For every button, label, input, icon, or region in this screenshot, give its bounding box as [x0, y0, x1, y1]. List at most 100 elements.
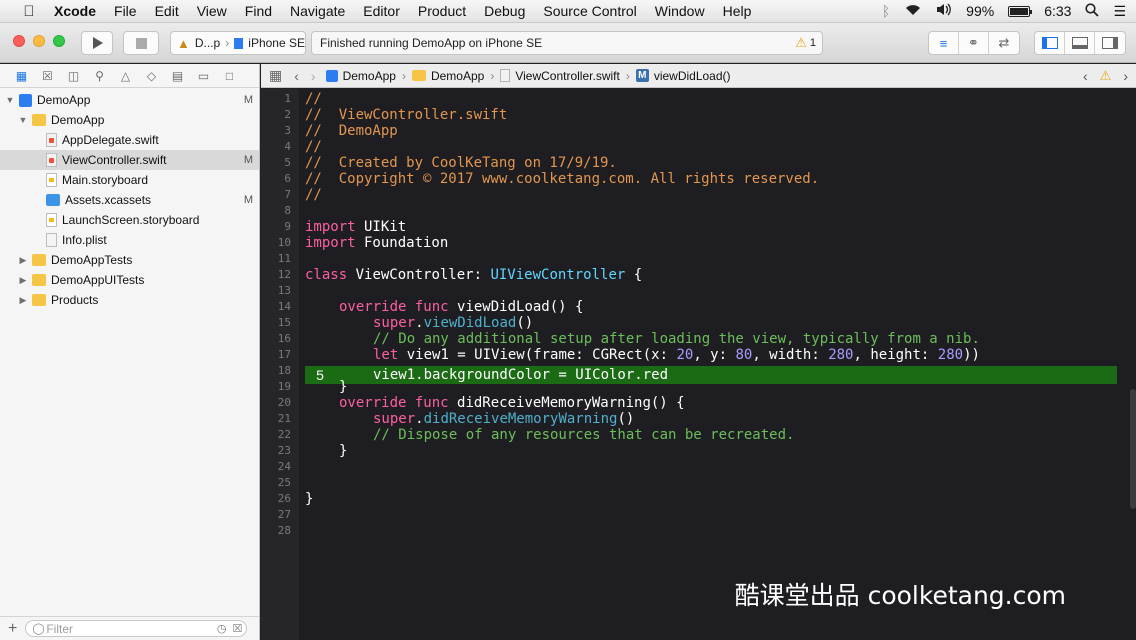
menu-product[interactable]: Product	[418, 3, 466, 19]
storyboard-file-icon	[46, 173, 57, 187]
menu-window[interactable]: Window	[655, 3, 705, 19]
code-token: ))	[963, 347, 980, 363]
scheme-selector[interactable]: ▲ D...p › iPhone SE	[170, 31, 306, 55]
breadcrumb-project[interactable]: DemoApp	[325, 69, 396, 83]
scm-status-badge: M	[243, 154, 253, 166]
code-line: import UIKit	[305, 219, 406, 235]
back-arrow-icon[interactable]: ‹	[294, 68, 299, 84]
filter-field[interactable]: ◯ Filter ◷ ☒	[25, 620, 248, 637]
volume-icon[interactable]	[936, 3, 952, 19]
related-items-icon[interactable]: ▦	[269, 67, 282, 84]
breadcrumb-chevron-icon: ›	[490, 68, 495, 83]
tree-row-group[interactable]: ▶ Products	[0, 290, 259, 310]
clock[interactable]: 6:33	[1044, 3, 1071, 19]
battery-icon[interactable]	[1008, 5, 1033, 17]
toggle-debug-area-icon[interactable]	[1065, 32, 1095, 54]
instruction-pointer-badge[interactable]: 5	[307, 366, 333, 384]
disclosure-closed-icon[interactable]: ▶	[18, 275, 28, 286]
menu-editor[interactable]: Editor	[363, 3, 400, 19]
forward-arrow-icon[interactable]: ›	[311, 68, 316, 84]
keyword-token: import	[305, 235, 356, 251]
tree-row-file-selected[interactable]: ViewController.swift M	[0, 150, 259, 170]
previous-issue-icon[interactable]: ‹	[1083, 68, 1088, 84]
type-token: UIViewController	[490, 267, 626, 283]
issue-navigator-icon[interactable]: △	[118, 68, 133, 83]
keyword-token: super	[373, 411, 416, 427]
warning-icon[interactable]: ⚠	[1100, 68, 1112, 84]
add-file-icon[interactable]: +	[8, 620, 17, 638]
tree-row-project[interactable]: ▼ DemoApp M	[0, 90, 259, 110]
standard-editor-icon[interactable]: ≡	[929, 32, 959, 54]
breadcrumb-method[interactable]: M viewDidLoad()	[635, 69, 731, 83]
toggle-utilities-icon[interactable]	[1095, 32, 1125, 54]
test-navigator-icon[interactable]: ◇	[144, 68, 159, 83]
tree-row-group[interactable]: ▼ DemoApp	[0, 110, 259, 130]
editor-scrollbar[interactable]	[1130, 389, 1136, 509]
spotlight-search-icon[interactable]	[1085, 2, 1100, 20]
tree-row-group[interactable]: ▶ DemoAppUITests	[0, 270, 259, 290]
breadcrumb-group[interactable]: DemoApp	[411, 69, 484, 83]
tree-row-label: DemoApp	[51, 113, 105, 127]
run-button[interactable]	[81, 31, 113, 55]
version-editor-icon[interactable]: ⇄	[989, 32, 1019, 54]
stop-button[interactable]	[123, 31, 159, 55]
assistant-editor-icon[interactable]: ⚭	[959, 32, 989, 54]
breakpoint-navigator-icon[interactable]: ▭	[196, 68, 211, 83]
symbol-navigator-icon[interactable]: ◫	[66, 68, 81, 83]
bluetooth-icon[interactable]: ᛒ	[882, 3, 890, 19]
activity-viewer[interactable]: Finished running DemoApp on iPhone SE ⚠ …	[311, 31, 823, 55]
swift-file-icon	[500, 69, 511, 82]
disclosure-closed-icon[interactable]: ▶	[18, 295, 28, 306]
keyword-token: override	[339, 299, 407, 315]
source-control-navigator-icon[interactable]: ☒	[40, 68, 55, 83]
close-window-button[interactable]	[13, 35, 25, 47]
next-issue-icon[interactable]: ›	[1123, 68, 1128, 84]
menu-help[interactable]: Help	[723, 3, 752, 19]
device-icon	[234, 37, 244, 49]
notification-center-icon[interactable]: ☰	[1113, 3, 1126, 20]
menu-edit[interactable]: Edit	[155, 3, 179, 19]
project-navigator-icon[interactable]: ▦	[14, 68, 29, 83]
scm-filter-icon[interactable]: ☒	[232, 622, 242, 635]
window-toolbar: ▲ D...p › iPhone SE Finished running Dem…	[0, 23, 1136, 63]
find-navigator-icon[interactable]: ⚲	[92, 68, 107, 83]
tree-row-label: LaunchScreen.storyboard	[62, 213, 200, 227]
menu-find[interactable]: Find	[245, 3, 272, 19]
battery-percent[interactable]: 99%	[966, 3, 994, 19]
code-token: ViewController:	[347, 267, 491, 283]
status-area: ᛒ 99% 6:33 ☰	[882, 0, 1126, 22]
code-line: super.viewDidLoad()	[373, 315, 533, 331]
recent-files-icon[interactable]: ◷	[217, 622, 227, 635]
toggle-navigator-icon[interactable]	[1035, 32, 1065, 54]
breadcrumb-file[interactable]: ViewController.swift	[500, 69, 620, 83]
warning-count: 1	[809, 37, 816, 49]
report-navigator-icon[interactable]: □	[222, 68, 237, 83]
menu-debug[interactable]: Debug	[484, 3, 525, 19]
menu-source-control[interactable]: Source Control	[543, 3, 636, 19]
number-token: 280	[828, 347, 854, 363]
tree-row-file[interactable]: Main.storyboard	[0, 170, 259, 190]
tree-row-file[interactable]: Info.plist	[0, 230, 259, 250]
minimize-window-button[interactable]	[33, 35, 45, 47]
warning-indicator[interactable]: ⚠ 1	[795, 35, 816, 51]
tree-row-group[interactable]: ▶ DemoAppTests	[0, 250, 259, 270]
zoom-window-button[interactable]	[53, 35, 65, 47]
apple-menu-icon[interactable]: 	[19, 3, 39, 20]
tree-row-file[interactable]: Assets.xcassets M	[0, 190, 259, 210]
menu-navigate[interactable]: Navigate	[290, 3, 345, 19]
tree-row-file[interactable]: LaunchScreen.storyboard	[0, 210, 259, 230]
tree-row-file[interactable]: AppDelegate.swift	[0, 130, 259, 150]
disclosure-open-icon[interactable]: ▼	[5, 95, 15, 105]
debug-navigator-icon[interactable]: ▤	[170, 68, 185, 83]
code-line: //	[305, 139, 322, 155]
menu-app[interactable]: Xcode	[54, 3, 96, 19]
menu-view[interactable]: View	[197, 3, 227, 19]
source-editor[interactable]: 1 2 3 4 5 6 7 8 9 10 11 12 13 14 15 16 1…	[261, 89, 1136, 640]
disclosure-closed-icon[interactable]: ▶	[18, 255, 28, 266]
keyword-token: class	[305, 267, 348, 283]
disclosure-open-icon[interactable]: ▼	[18, 115, 28, 125]
line-number: 6	[284, 172, 291, 185]
wifi-icon[interactable]	[904, 3, 922, 19]
menu-file[interactable]: File	[114, 3, 137, 19]
line-number-gutter[interactable]: 1 2 3 4 5 6 7 8 9 10 11 12 13 14 15 16 1…	[261, 89, 299, 640]
